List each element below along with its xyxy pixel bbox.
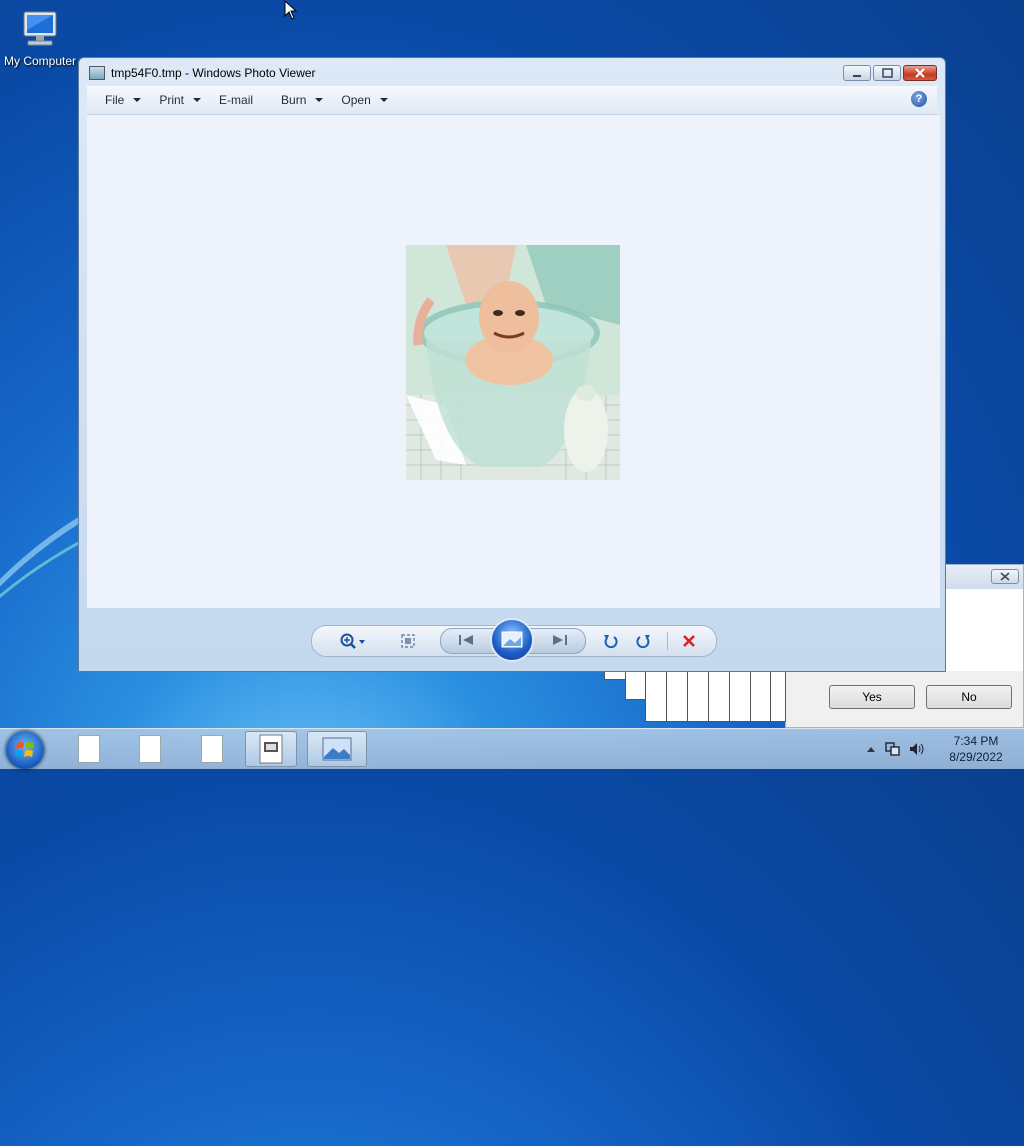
close-button[interactable] (903, 65, 937, 81)
menu-email-label: E-mail (219, 93, 253, 107)
system-tray: 7:34 PM 8/29/2022 (866, 729, 1024, 769)
zoom-icon[interactable] (340, 633, 356, 649)
document-icon (139, 735, 161, 763)
no-button[interactable]: No (926, 685, 1012, 709)
close-icon (992, 570, 1018, 583)
chevron-down-icon (133, 98, 141, 102)
rotate-counterclockwise-icon[interactable] (602, 633, 618, 649)
menu-print-label: Print (159, 93, 184, 107)
minimize-button[interactable] (843, 65, 871, 81)
menu-email[interactable]: E-mail (219, 93, 253, 107)
clock-time: 7:34 PM (936, 733, 1016, 749)
windows-logo-icon (6, 731, 44, 769)
image-viewport (87, 115, 940, 608)
viewer-control-bar (311, 625, 717, 657)
taskbar-item-photo-viewer[interactable] (307, 731, 367, 767)
delete-icon[interactable] (681, 633, 697, 649)
photo-baby-in-bucket (406, 245, 620, 480)
menu-file-label: File (105, 93, 124, 107)
menu-open-label: Open (341, 93, 370, 107)
maximize-icon (874, 66, 900, 80)
clock[interactable]: 7:34 PM 8/29/2022 (936, 733, 1016, 765)
taskbar-item-document[interactable] (121, 731, 179, 767)
dialog-close-button[interactable] (991, 569, 1019, 584)
clock-date: 8/29/2022 (936, 749, 1016, 765)
desktop-icon-my-computer[interactable]: My Computer (2, 8, 78, 68)
volume-icon[interactable] (908, 741, 926, 757)
taskbar-item-document[interactable] (183, 731, 241, 767)
desktop-icon-label: My Computer (2, 54, 78, 68)
next-icon[interactable] (551, 632, 567, 648)
chevron-down-icon (193, 98, 201, 102)
menu-file[interactable]: File (105, 93, 141, 107)
close-icon (904, 66, 936, 80)
menu-burn-label: Burn (281, 93, 306, 107)
document-icon (201, 735, 223, 763)
chevron-down-icon (380, 98, 388, 102)
chevron-down-icon (315, 98, 323, 102)
computer-icon (18, 8, 62, 52)
fit-window-icon[interactable] (400, 633, 416, 649)
menu-burn[interactable]: Burn (281, 93, 323, 107)
yes-button[interactable]: Yes (829, 685, 915, 709)
minimize-icon (844, 66, 870, 80)
show-hidden-icons-arrow[interactable] (866, 745, 876, 753)
mouse-pointer-icon (284, 0, 298, 23)
network-icon[interactable] (884, 741, 902, 757)
command-bar: File Print E-mail Burn Open ? (87, 86, 937, 115)
menu-print[interactable]: Print (159, 93, 201, 107)
photo-viewer-app-icon (89, 66, 105, 80)
slideshow-button[interactable] (490, 618, 534, 662)
rotate-clockwise-icon[interactable] (636, 633, 652, 649)
window-controls (841, 65, 937, 81)
taskbar: 7:34 PM 8/29/2022 (0, 728, 1024, 769)
start-button[interactable] (6, 731, 44, 769)
displayed-photo (406, 245, 620, 480)
document-icon (78, 735, 100, 763)
window-titlebar[interactable]: tmp54F0.tmp - Windows Photo Viewer (79, 58, 945, 88)
file-icon (259, 734, 283, 764)
slideshow-icon (492, 620, 532, 660)
sheet (750, 670, 772, 722)
photo-viewer-icon (322, 737, 352, 761)
window-title: tmp54F0.tmp - Windows Photo Viewer (111, 66, 316, 80)
menu-open[interactable]: Open (341, 93, 387, 107)
help-icon[interactable]: ? (911, 91, 927, 107)
taskbar-item-document[interactable] (60, 731, 118, 767)
sheet (770, 670, 786, 722)
taskbar-item-file[interactable] (245, 731, 297, 767)
control-separator (667, 632, 668, 650)
maximize-button[interactable] (873, 65, 901, 81)
photo-viewer-window: tmp54F0.tmp - Windows Photo Viewer File … (78, 57, 946, 672)
previous-icon[interactable] (457, 632, 473, 648)
